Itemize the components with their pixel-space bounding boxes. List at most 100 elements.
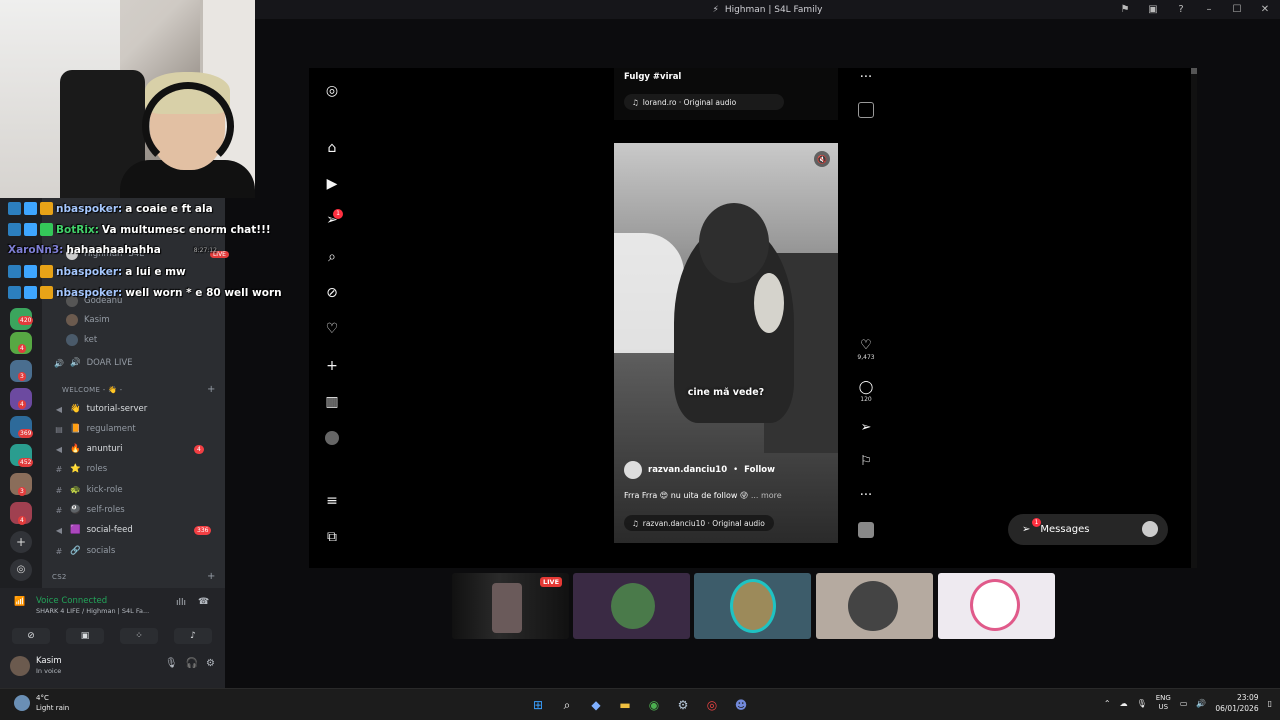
category-cs2[interactable]: CS2: [52, 573, 67, 581]
voice-channel-name[interactable]: SHARK 4 LIFE / Highman | S4L Fa...: [36, 607, 149, 615]
thumbnail[interactable]: [816, 573, 933, 639]
rules-icon: ▤: [55, 424, 63, 434]
explore-icon[interactable]: ◎: [10, 559, 32, 581]
save-icon[interactable]: ⚐: [855, 454, 877, 469]
headphones-icon[interactable]: 🎧: [186, 658, 198, 669]
language-indicator[interactable]: ENG US: [1156, 694, 1171, 712]
voice-status[interactable]: Voice Connected: [36, 596, 107, 606]
scrollbar[interactable]: [1191, 68, 1197, 568]
user-status: In voice: [36, 667, 62, 675]
category-welcome[interactable]: WELCOME - 👋 -: [62, 386, 122, 394]
reel-video[interactable]: 🔇 cine mă vede? razvan.danciu10 • Follow…: [614, 143, 838, 543]
noise-suppression-icon[interactable]: ıllı: [176, 598, 186, 608]
search-icon[interactable]: ⌕: [556, 694, 578, 716]
channel-socials[interactable]: # 🔗 socials: [54, 546, 116, 556]
close-button[interactable]: ✕: [1258, 4, 1272, 15]
more-apps-icon[interactable]: ⧉: [323, 528, 341, 546]
channel-label: tutorial-server: [86, 404, 148, 414]
soundboard-button[interactable]: ♪: [174, 628, 212, 644]
create-icon[interactable]: +: [323, 357, 341, 375]
instagram-logo-icon[interactable]: ◎: [323, 82, 341, 100]
copilot-icon[interactable]: ◆: [585, 694, 607, 716]
home-icon[interactable]: ⌂: [323, 139, 341, 157]
file-explorer-icon[interactable]: ▬: [614, 694, 636, 716]
channel-label: self-roles: [86, 505, 125, 515]
reel-actions: ··· ♡ 9,473 ◯ 120 ➢ ⚐ ···: [855, 68, 877, 568]
more-options-icon[interactable]: ···: [855, 70, 877, 85]
discord-icon[interactable]: ☻: [730, 694, 752, 716]
voice-user[interactable]: ket: [66, 334, 97, 346]
microphone-icon[interactable]: 🎙: [165, 658, 178, 669]
temperature: 4°C: [36, 694, 49, 702]
channel-roles[interactable]: # ⭐ roles: [54, 464, 107, 474]
voice-user[interactable]: Kasim: [66, 314, 110, 326]
user-panel[interactable]: Kasim In voice 🎙 🎧 ⚙: [10, 654, 215, 678]
channel-emoji: 📙: [70, 424, 81, 434]
screen-share-icon[interactable]: ▣: [1146, 4, 1160, 15]
thumbnail[interactable]: [694, 573, 811, 639]
clock[interactable]: 23:09 06/01/2026: [1215, 692, 1258, 714]
windows-start-icon[interactable]: ⊞: [527, 694, 549, 716]
reel-author[interactable]: razvan.danciu10 • Follow: [624, 461, 775, 479]
channel-kick-role[interactable]: # 🐢 kick-role: [54, 485, 123, 495]
mute-icon[interactable]: 🔇: [814, 151, 830, 167]
reel-caption[interactable]: Fulgy #viral: [624, 72, 681, 82]
chat-text: Va multumesc enorm chat!!!: [101, 223, 271, 236]
channel-emoji: 🎱: [70, 505, 81, 515]
steam-icon[interactable]: ⚙: [672, 694, 694, 716]
reels-icon[interactable]: ▶: [323, 175, 341, 193]
add-server-icon[interactable]: +: [10, 531, 32, 553]
comment-button[interactable]: ◯ 120: [855, 380, 877, 403]
profile-avatar[interactable]: [323, 429, 341, 447]
thumbnail[interactable]: [573, 573, 690, 639]
tray-app-icon[interactable]: ☁: [1120, 699, 1128, 708]
activities-button[interactable]: ⁘: [120, 628, 158, 644]
audio-thumb-icon[interactable]: [855, 522, 877, 542]
minimize-button[interactable]: –: [1202, 4, 1216, 15]
messages-button[interactable]: ➢ 1 Messages: [1008, 514, 1168, 545]
network-icon[interactable]: ▭: [1180, 699, 1188, 708]
share-icon[interactable]: ➢: [855, 420, 877, 435]
username[interactable]: razvan.danciu10: [648, 465, 727, 475]
chrome-icon[interactable]: ◉: [643, 694, 665, 716]
screen-share-button[interactable]: ▣: [66, 628, 104, 644]
add-channel-icon[interactable]: +: [207, 384, 215, 395]
window-title: Highman | S4L Family: [724, 4, 823, 15]
server-badge: 3: [18, 487, 26, 496]
thumbnail-live[interactable]: LIVE: [452, 573, 569, 639]
audio-chip[interactable]: ♫ razvan.danciu10 · Original audio: [624, 515, 774, 531]
add-channel-icon[interactable]: +: [207, 571, 215, 582]
weather-widget[interactable]: 4°C Light rain: [14, 693, 69, 713]
microphone-icon[interactable]: 🎙: [1137, 699, 1147, 708]
more-link[interactable]: ... more: [751, 491, 782, 500]
explore-icon[interactable]: ⊘: [323, 284, 341, 302]
channel-regulament[interactable]: ▤ 📙 regulament: [54, 424, 136, 434]
audio-chip[interactable]: ♫ lorand.ro · Original audio: [624, 94, 784, 110]
profile-thumb-icon[interactable]: [855, 102, 877, 122]
thumbnail[interactable]: [938, 573, 1055, 639]
dashboard-icon[interactable]: ▥: [323, 393, 341, 411]
disconnect-icon[interactable]: ☎: [198, 597, 209, 607]
chevron-up-icon[interactable]: ⌃: [1104, 699, 1111, 708]
channel-doar-live[interactable]: 🔊 🔊 DOAR LIVE: [54, 358, 133, 368]
heart-icon[interactable]: ♡: [323, 320, 341, 338]
channel-emoji: 👋: [70, 404, 81, 414]
maximize-button[interactable]: ☐: [1230, 4, 1244, 15]
obs-icon[interactable]: ◎: [701, 694, 723, 716]
help-icon[interactable]: ?: [1174, 4, 1188, 15]
channel-anunturi[interactable]: ◀ 🔥 anunturi 4: [54, 444, 204, 454]
notification-icon[interactable]: ▯: [1268, 699, 1272, 708]
menu-icon[interactable]: ≡: [323, 492, 341, 510]
channel-self-roles[interactable]: # 🎱 self-roles: [54, 505, 125, 515]
camera-button[interactable]: ⊘: [12, 628, 50, 644]
channel-tutorial-server[interactable]: ◀ 👋 tutorial-server: [54, 404, 147, 414]
follow-button[interactable]: Follow: [744, 465, 775, 475]
search-icon[interactable]: ⌕: [323, 248, 341, 266]
channel-social-feed[interactable]: ◀ 🟪 social-feed 336: [54, 525, 212, 535]
avatar: [66, 314, 78, 326]
flag-icon[interactable]: ⚑: [1118, 4, 1132, 15]
volume-icon[interactable]: 🔊: [1196, 699, 1206, 708]
like-button[interactable]: ♡ 9,473: [855, 338, 877, 361]
more-options-icon[interactable]: ···: [855, 488, 877, 503]
gear-icon[interactable]: ⚙: [206, 658, 215, 669]
